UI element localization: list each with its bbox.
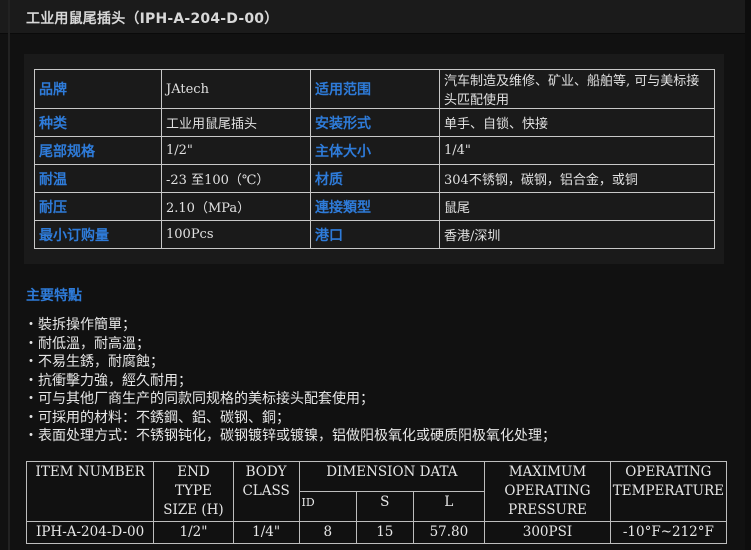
feature-item: ・耐低溫，耐高溫； — [24, 335, 556, 354]
cell-item-number: IPH-A-204-D-00 — [25, 521, 155, 544]
feature-item: ・可採用的材料：不銹鋼、鋁、碳钢、銅； — [24, 409, 556, 428]
spec-key-right: 連接類型 — [310, 192, 440, 221]
spec-key-right: 主体大小 — [310, 136, 440, 165]
page-title: 工业用鼠尾插头（IPH-A-204-D-00） — [26, 11, 279, 27]
bullet-icon: ・ — [24, 391, 38, 407]
feature-text: 抗衝擊力強，經久耐用； — [38, 372, 192, 389]
spec-value-right: 304不锈钢，碳钢，铝合金，或铜 — [439, 164, 715, 193]
feature-text: 表面处理方式：不锈钢钝化，碳钢镀锌或镀镍，铝做阳极氧化或硬质阳极氧化处理； — [38, 428, 556, 444]
spec-value-left: 2.10（MPa） — [161, 192, 311, 221]
feature-text: 不易生銹，耐腐蝕； — [38, 354, 164, 370]
spec-value-right: 汽车制造及维修、矿业、船舶等, 可与美标接头匹配使用 — [439, 69, 715, 109]
feature-item: ・可与其他厂商生产的同款同规格的美标接头配套使用； — [24, 390, 556, 409]
spec-key-left: 耐压 — [34, 192, 162, 221]
spec-value-left: 工业用鼠尾插头 — [161, 108, 311, 137]
header-op-temperature: OPERATING TEMPERATURE — [609, 461, 728, 522]
spec-row: 种类 工业用鼠尾插头 安装形式 单手、自锁、快接 — [34, 108, 715, 137]
header-max-pressure: MAXIMUM OPERATING PRESSURE — [484, 461, 611, 522]
spec-value-right: 香港/深圳 — [439, 220, 715, 249]
cell-s: 15 — [356, 521, 414, 544]
cell-op-temperature: -10°F~212°F — [609, 521, 728, 544]
cell-body-class: 1/4" — [232, 521, 300, 544]
spec-value-left: JAtech — [161, 69, 311, 109]
spec-key-left: 最小订购量 — [34, 220, 162, 249]
cell-end-type: 1/2" — [153, 521, 234, 544]
cell-l: 57.80 — [412, 521, 486, 544]
spec-row: 耐温 -23 至100（℃） 材质 304不锈钢，碳钢，铝合金，或铜 — [34, 164, 715, 193]
scrollbar-track[interactable] — [745, 0, 751, 550]
bullet-icon: ・ — [24, 335, 38, 352]
spec-key-left: 种类 — [34, 108, 162, 137]
spec-value-left: -23 至100（℃） — [161, 164, 311, 193]
spec-row: 最小订购量 100Pcs 港口 香港/深圳 — [34, 220, 715, 249]
spec-row: 尾部规格 1/2" 主体大小 1/4" — [34, 136, 715, 165]
spec-key-right: 适用范围 — [310, 69, 440, 109]
spec-row: 品牌 JAtech 适用范围 汽车制造及维修、矿业、船舶等, 可与美标接头匹配使用 — [34, 69, 715, 109]
feature-text: 可採用的材料：不銹鋼、鋁、碳钢、銅； — [38, 409, 290, 426]
feature-item: ・不易生銹，耐腐蝕； — [24, 353, 556, 372]
features-list: ・裝拆操作簡單； ・耐低溫，耐高溫； ・不易生銹，耐腐蝕； ・抗衝擊力強，經久耐用；・… — [24, 316, 556, 446]
dimension-table: ITEM NUMBER END TYPE SIZE (H) BODY CLASS DI… — [25, 461, 728, 544]
spec-value-right: 1/4" — [439, 136, 715, 165]
cell-max-pressure: 300PSI — [484, 521, 611, 544]
bullet-icon: ・ — [24, 354, 38, 370]
bullet-icon: ・ — [24, 372, 38, 389]
spec-value-left: 100Pcs — [161, 220, 311, 249]
spec-key-right: 材质 — [310, 164, 440, 193]
feature-text: 耐低溫，耐高溫； — [38, 335, 150, 352]
left-edge-divider — [8, 0, 10, 550]
bullet-icon: ・ — [24, 409, 38, 426]
feature-text: 裝拆操作簡單； — [38, 317, 136, 333]
spec-row: 耐压 2.10（MPa） 連接類型 鼠尾 — [34, 192, 715, 221]
feature-text: 可与其他厂商生产的同款同规格的美标接头配套使用； — [38, 391, 374, 407]
spec-key-right: 安装形式 — [310, 108, 440, 137]
header-dimension-data: DIMENSION DATA — [298, 461, 486, 492]
header-s: S — [356, 491, 414, 522]
bullet-icon: ・ — [24, 428, 38, 444]
header-item-number: ITEM NUMBER — [25, 461, 155, 522]
spec-value-left: 1/2" — [161, 136, 311, 165]
header-end-type: END TYPE SIZE (H) — [153, 461, 234, 522]
feature-item: ・表面处理方式：不锈钢钝化，碳钢镀锌或镀镍，铝做阳极氧化或硬质阳极氧化处理； — [24, 427, 556, 446]
bullet-icon: ・ — [24, 317, 38, 333]
spec-table: 品牌 JAtech 适用范围 汽车制造及维修、矿业、船舶等, 可与美标接头匹配使用 种类… — [34, 69, 715, 249]
feature-item: ・抗衝擊力強，經久耐用； — [24, 372, 556, 391]
spec-value-right: 鼠尾 — [439, 192, 715, 221]
header-body-class: BODY CLASS — [232, 461, 300, 522]
feature-item: ・裝拆操作簡單； — [24, 316, 556, 335]
cell-id: 8 — [298, 521, 358, 544]
spec-key-left: 尾部规格 — [34, 136, 162, 165]
header-l: L — [412, 491, 486, 522]
spec-key-left: 品牌 — [34, 69, 162, 109]
features-heading: 主要特點 — [26, 288, 82, 304]
spec-key-right: 港口 — [310, 220, 440, 249]
spec-key-left: 耐温 — [34, 164, 162, 193]
spec-value-right: 单手、自锁、快接 — [439, 108, 715, 137]
header-id: ID — [298, 491, 358, 522]
